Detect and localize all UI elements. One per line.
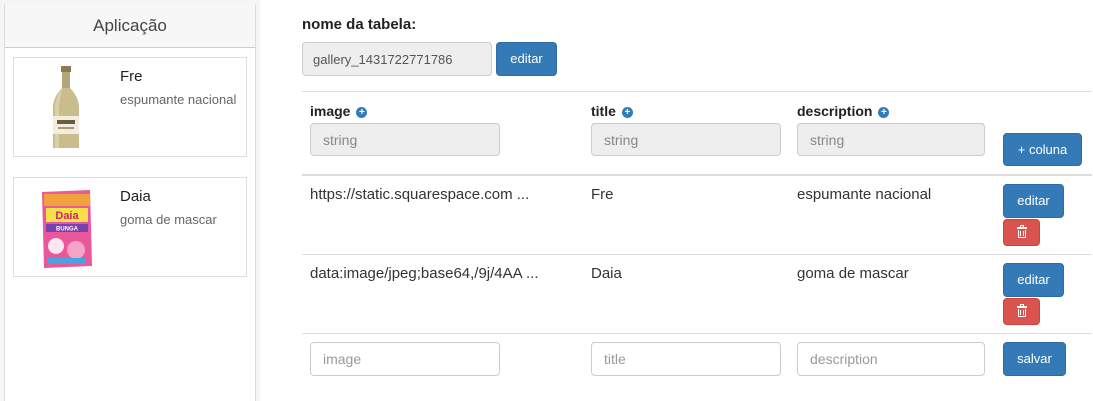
sidebar-title: Aplicação	[5, 4, 255, 48]
column-type-input-title[interactable]	[591, 123, 781, 156]
svg-text:Daia: Daia	[55, 210, 79, 222]
sidebar: Aplicação Fre espumante nacional Daia BU…	[0, 0, 260, 401]
cell-description: espumante nacional	[797, 186, 932, 203]
column-name: description	[797, 103, 873, 119]
edit-row-button[interactable]: editar	[1003, 184, 1064, 218]
delete-row-button[interactable]	[1003, 298, 1040, 325]
sidebar-item-subtitle: espumante nacional	[120, 92, 237, 107]
cell-description: goma de mascar	[797, 265, 909, 282]
sidebar-item-title: Fre	[120, 68, 143, 85]
trash-icon	[1016, 225, 1027, 238]
cell-image: https://static.squarespace.com ...	[310, 186, 530, 203]
add-field-plus-icon[interactable]: +	[356, 107, 368, 118]
table-name-input[interactable]	[302, 42, 492, 76]
sidebar-panel: Aplicação Fre espumante nacional Daia BU…	[4, 4, 256, 401]
delete-row-button[interactable]	[1003, 219, 1040, 246]
column-header-image: image +	[310, 103, 368, 119]
wine-bottle-image	[53, 66, 79, 148]
main-content: nome da tabela: editar image + title + des…	[260, 0, 1093, 401]
add-field-plus-icon[interactable]: +	[878, 107, 890, 118]
trash-icon	[1016, 304, 1027, 317]
cell-title: Daia	[591, 265, 622, 282]
column-name: title	[591, 103, 616, 119]
gum-package-image: Daia BUNGA	[42, 190, 92, 268]
divider	[302, 91, 1092, 92]
table-name-label: nome da tabela:	[302, 16, 417, 33]
row-divider	[302, 333, 1092, 334]
add-column-button[interactable]: + coluna	[1003, 133, 1082, 166]
column-name: image	[310, 103, 351, 119]
sidebar-item-subtitle: goma de mascar	[120, 212, 217, 227]
row-divider	[302, 254, 1092, 255]
header-divider	[302, 174, 1092, 176]
cell-title: Fre	[591, 186, 614, 203]
column-header-title: title +	[591, 103, 633, 119]
column-type-input-description[interactable]	[797, 123, 985, 156]
new-image-input[interactable]	[310, 342, 500, 376]
column-header-description: description +	[797, 103, 890, 119]
column-type-input-image[interactable]	[310, 123, 500, 156]
add-field-plus-icon[interactable]: +	[621, 107, 633, 118]
svg-text:BUNGA: BUNGA	[56, 227, 79, 233]
sidebar-item-daia[interactable]: Daia BUNGA Daia goma de mascar	[13, 177, 247, 277]
sidebar-item-fre[interactable]: Fre espumante nacional	[13, 57, 247, 157]
cell-image: data:image/jpeg;base64,/9j/4AA ...	[310, 265, 539, 282]
new-description-input[interactable]	[797, 342, 985, 376]
edit-table-name-button[interactable]: editar	[496, 42, 557, 76]
save-button[interactable]: salvar	[1003, 342, 1066, 376]
edit-row-button[interactable]: editar	[1003, 263, 1064, 297]
sidebar-item-title: Daia	[120, 188, 151, 205]
new-title-input[interactable]	[591, 342, 781, 376]
